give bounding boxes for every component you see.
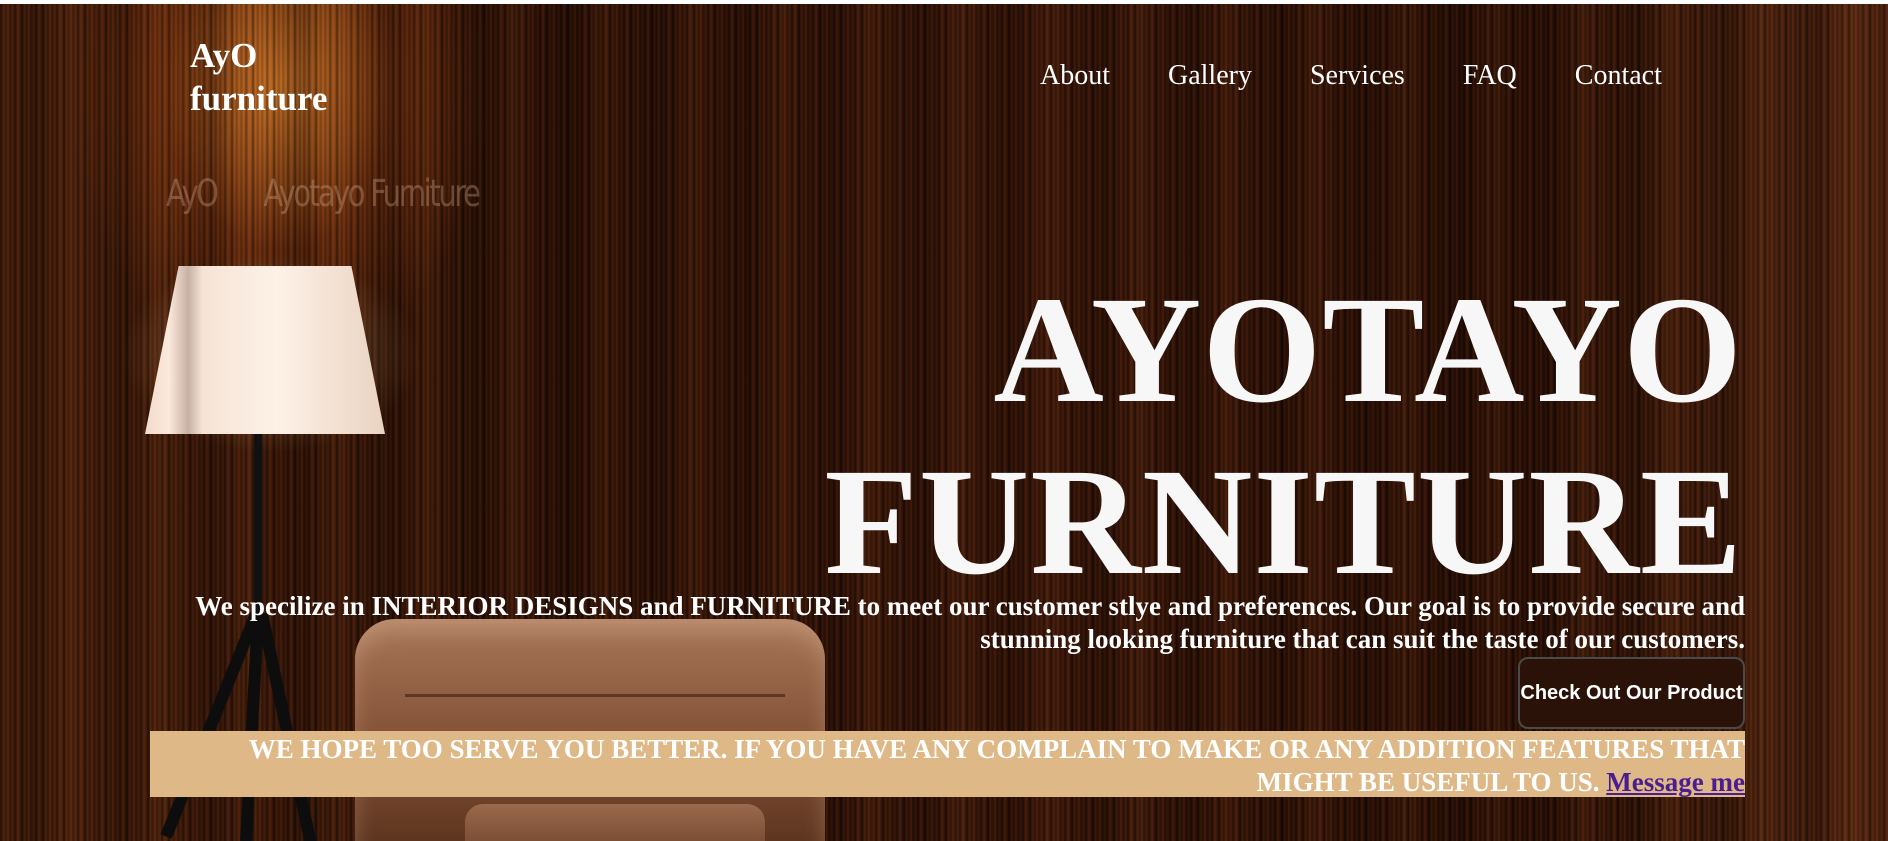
check-out-product-button[interactable]: Check Out Our Product (1518, 657, 1745, 729)
nav-link-contact[interactable]: Contact (1575, 60, 1662, 92)
site-logo[interactable]: AyO furniture (190, 34, 390, 120)
hero-title: AYOTAYO FURNITURE (824, 265, 1743, 609)
watermark-short: AyO (166, 172, 219, 215)
nav-link-services[interactable]: Services (1310, 60, 1405, 92)
logo-line-2: furniture (190, 79, 328, 118)
feedback-banner-text: WE HOPE TOO SERVE YOU BETTER. IF YOU HAV… (248, 734, 1745, 797)
hero-title-line-2: FURNITURE (824, 438, 1743, 607)
armchair-seat (465, 804, 765, 841)
hero-tagline: We specilize in INTERIOR DESIGNS and FUR… (195, 591, 1745, 654)
floor-lamp-shade (145, 266, 385, 434)
nav-link-faq[interactable]: FAQ (1463, 60, 1517, 92)
nav-link-gallery[interactable]: Gallery (1168, 60, 1252, 92)
main-nav: About Gallery Services FAQ Contact (1040, 60, 1662, 92)
armchair-seam (405, 694, 785, 697)
watermark-long: Ayotayo Furniture (263, 172, 481, 215)
hero-title-line-1: AYOTAYO (993, 266, 1743, 435)
feedback-banner: WE HOPE TOO SERVE YOU BETTER. IF YOU HAV… (150, 731, 1745, 797)
logo-line-1: AyO (190, 36, 258, 75)
message-me-link[interactable]: Message me (1606, 767, 1745, 797)
nav-link-about[interactable]: About (1040, 60, 1110, 92)
background-watermark: AyO Ayotayo Furniture (166, 172, 525, 215)
